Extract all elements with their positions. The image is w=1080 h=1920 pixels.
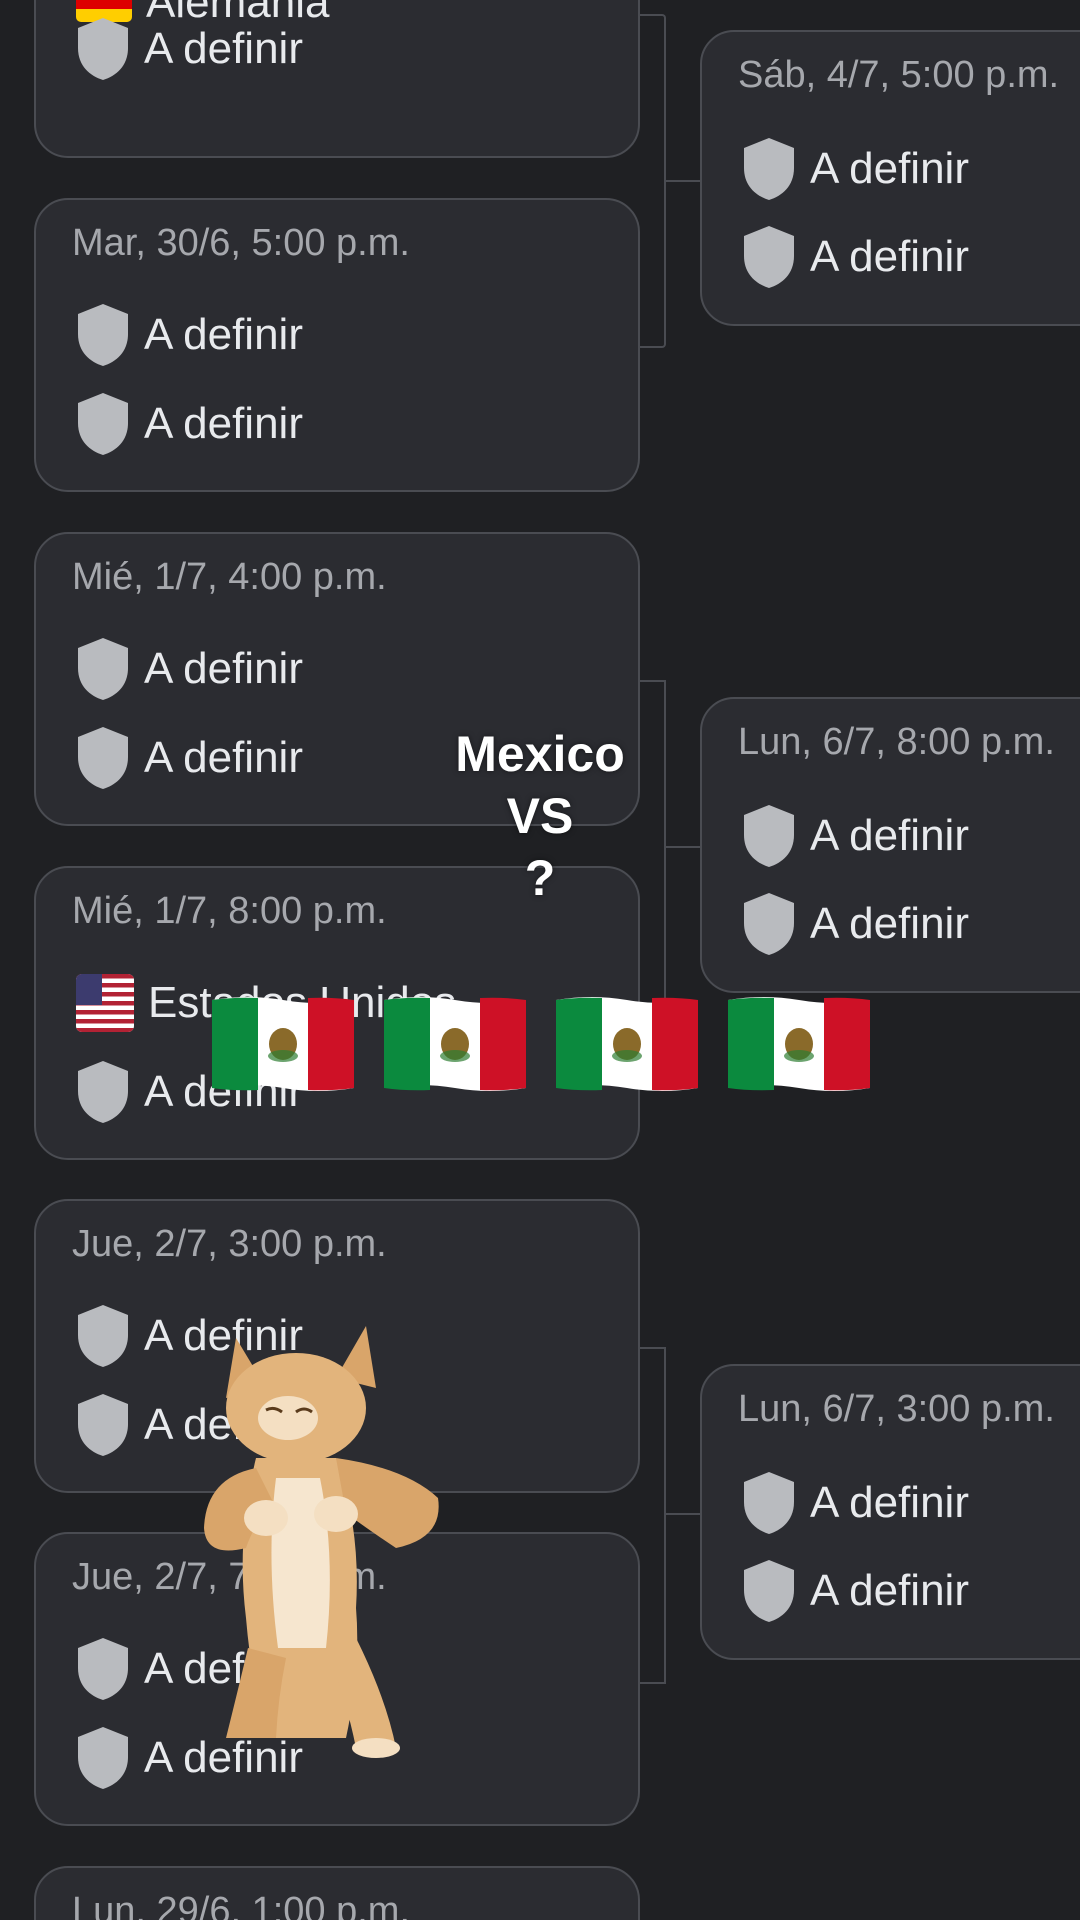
match-date: Sáb, 4/7, 5:00 p.m. xyxy=(738,54,1060,96)
shield-icon xyxy=(78,727,128,789)
overlay-caption-mexico: Mexico xyxy=(455,726,625,782)
team-name: A definir xyxy=(144,24,303,73)
match-date: Lun, 29/6, 1:00 p.m. xyxy=(72,1890,411,1920)
shield-icon xyxy=(78,1638,128,1700)
match-card[interactable]: Lun, 6/7, 8:00 p.m. A definir A definir xyxy=(700,697,1080,993)
team-row: A definir xyxy=(742,1470,969,1536)
team-name: A definir xyxy=(810,811,969,860)
team-row: A definir xyxy=(76,302,303,368)
team-row: A definir xyxy=(742,136,969,202)
shield-icon xyxy=(744,226,794,288)
shield-icon xyxy=(744,893,794,955)
team-row: A definir xyxy=(76,636,303,702)
overlay-caption-vs: VS xyxy=(506,788,574,844)
bracket-connector xyxy=(638,1347,666,1684)
team-row: A definir xyxy=(742,1558,969,1624)
bracket-connector xyxy=(664,1513,702,1515)
overlay-caption-question: ? xyxy=(524,850,556,906)
match-date: Mié, 1/7, 8:00 p.m. xyxy=(72,890,387,932)
team-row: A definir xyxy=(742,224,969,290)
match-card[interactable]: Lun, 6/7, 3:00 p.m. A definir A definir xyxy=(700,1364,1080,1660)
shield-icon xyxy=(744,1472,794,1534)
shield-icon xyxy=(78,1727,128,1789)
shield-icon xyxy=(78,18,128,80)
shield-icon xyxy=(744,1560,794,1622)
shield-icon xyxy=(78,1305,128,1367)
match-date: Lun, 6/7, 8:00 p.m. xyxy=(738,721,1055,763)
team-name: A definir xyxy=(144,399,303,448)
mexico-flag-icon xyxy=(728,997,870,1091)
team-name: A definir xyxy=(810,232,969,281)
match-date: Lun, 6/7, 3:00 p.m. xyxy=(738,1388,1055,1430)
match-card[interactable]: Lun, 29/6, 1:00 p.m. xyxy=(34,1866,640,1920)
team-name: A definir xyxy=(810,899,969,948)
shield-icon xyxy=(78,1061,128,1123)
cat-sticker xyxy=(204,1326,439,1758)
mexico-flag-icon xyxy=(556,997,698,1091)
team-name: A definir xyxy=(810,1566,969,1615)
bracket-connector xyxy=(664,180,702,182)
shield-icon xyxy=(744,805,794,867)
shield-icon xyxy=(78,304,128,366)
shield-icon xyxy=(78,638,128,700)
team-row: A definir xyxy=(76,391,303,457)
mexico-flag-icon xyxy=(212,997,354,1091)
team-row: A definir xyxy=(76,725,303,791)
team-row: A definir xyxy=(742,891,969,957)
match-date: Jue, 2/7, 3:00 p.m. xyxy=(72,1223,387,1265)
mexico-flag-icon xyxy=(384,997,526,1091)
match-card[interactable]: Sáb, 4/7, 5:00 p.m. A definir A definir xyxy=(700,30,1080,326)
bracket-connector xyxy=(638,14,666,348)
usa-flag-icon xyxy=(76,974,134,1032)
team-name: A definir xyxy=(144,644,303,693)
team-name: A definir xyxy=(810,1478,969,1527)
shield-icon xyxy=(744,138,794,200)
shield-icon xyxy=(78,1394,128,1456)
team-name: A definir xyxy=(144,733,303,782)
shield-icon xyxy=(78,393,128,455)
match-date: Mié, 1/7, 4:00 p.m. xyxy=(72,556,387,598)
bracket-screen: Alemania A definir Mar, 30/6, 5:00 p.m. … xyxy=(0,0,1080,1920)
team-name: A definir xyxy=(144,310,303,359)
team-row: A definir xyxy=(76,16,303,82)
team-row: A definir xyxy=(742,803,969,869)
bracket-connector xyxy=(664,846,702,848)
match-card[interactable]: Alemania A definir xyxy=(34,0,640,158)
team-name: A definir xyxy=(810,144,969,193)
match-date: Mar, 30/6, 5:00 p.m. xyxy=(72,222,410,264)
match-card[interactable]: Mar, 30/6, 5:00 p.m. A definir A definir xyxy=(34,198,640,492)
